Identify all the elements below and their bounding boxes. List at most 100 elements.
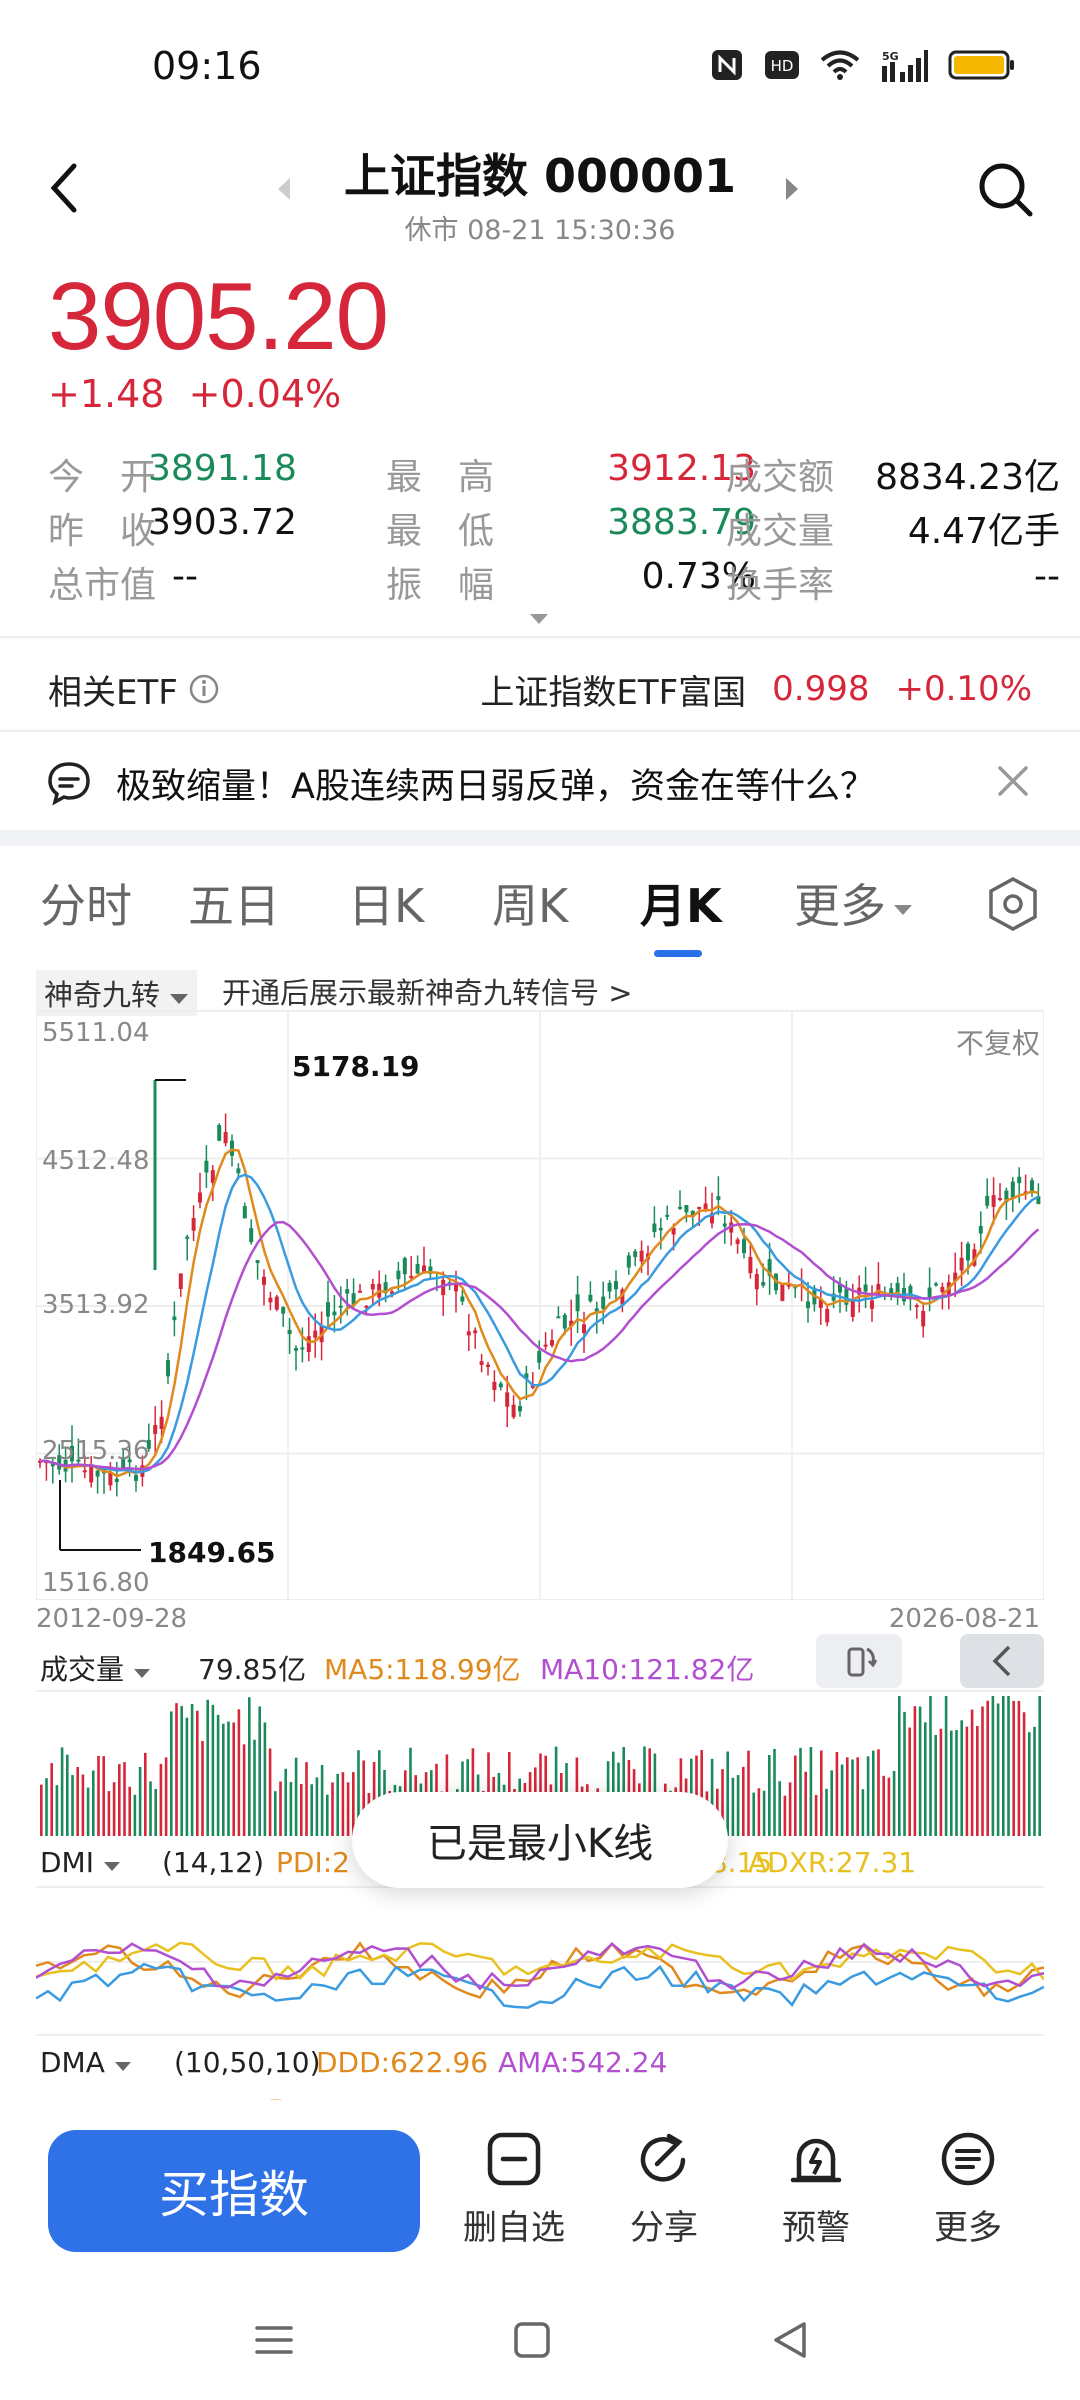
candle-body bbox=[863, 1284, 868, 1292]
volume-bar bbox=[996, 1703, 1000, 1836]
volume-bar bbox=[788, 1782, 792, 1836]
candle-body bbox=[255, 1260, 260, 1264]
next-stock-button[interactable] bbox=[784, 176, 800, 206]
candle-body bbox=[466, 1331, 471, 1336]
volume-bar bbox=[242, 1744, 246, 1836]
svg-text:5G: 5G bbox=[882, 50, 899, 63]
quote-value: 8834.23亿 bbox=[875, 457, 1060, 498]
info-icon[interactable] bbox=[188, 673, 220, 705]
candle-body bbox=[313, 1330, 318, 1338]
y-tick-label: 5511.04 bbox=[42, 1018, 150, 1048]
share-label: 分享 bbox=[630, 2208, 698, 2248]
close-icon[interactable] bbox=[996, 764, 1030, 798]
dmi-dropdown[interactable]: DMI bbox=[40, 1846, 121, 1879]
candle-body bbox=[556, 1316, 561, 1319]
system-nav-bar bbox=[0, 2280, 1080, 2400]
candle-body bbox=[575, 1294, 580, 1312]
candle-body bbox=[652, 1223, 657, 1232]
volume-bar bbox=[102, 1756, 105, 1836]
dma-dropdown[interactable]: DMA bbox=[40, 2046, 132, 2079]
volume-bar bbox=[300, 1783, 303, 1836]
volume-bar bbox=[882, 1775, 885, 1836]
candle-body bbox=[185, 1236, 190, 1239]
candle-body bbox=[588, 1294, 593, 1302]
volume-bar bbox=[154, 1788, 157, 1836]
candle-body bbox=[134, 1474, 138, 1481]
dropdown-caret-icon bbox=[103, 1862, 120, 1871]
tab-five-day[interactable]: 五日 bbox=[188, 870, 280, 936]
candle-body bbox=[287, 1329, 292, 1335]
alert-button[interactable]: 预警 bbox=[746, 2130, 886, 2249]
candle-body bbox=[89, 1465, 94, 1483]
dma-params: (10,50,10) bbox=[174, 2046, 321, 2079]
expand-chevron-icon[interactable] bbox=[528, 612, 550, 626]
candle-body bbox=[402, 1258, 407, 1275]
dropdown-caret-icon bbox=[170, 994, 189, 1004]
quote-value: 3891.18 bbox=[148, 448, 297, 489]
candle-body bbox=[607, 1282, 612, 1292]
signal-hint-link[interactable]: 开通后展示最新神奇九转信号 > bbox=[222, 970, 633, 1012]
volume-bar bbox=[934, 1735, 937, 1836]
dmi-label: DMI bbox=[40, 1846, 94, 1879]
collapse-panel-button[interactable] bbox=[960, 1634, 1044, 1688]
tab-intraday[interactable]: 分时 bbox=[40, 870, 132, 936]
adjust-mode-label[interactable]: 不复权 bbox=[956, 1022, 1040, 1062]
dmi-params: (14,12) bbox=[162, 1846, 265, 1879]
volume-bar bbox=[50, 1763, 53, 1836]
app-screen: { "status": {"time": "09:16"}, "header":… bbox=[0, 0, 1080, 2400]
volume-bar bbox=[877, 1749, 880, 1836]
tab-more[interactable]: 更多 bbox=[794, 870, 914, 936]
volume-bar bbox=[742, 1766, 745, 1836]
divider bbox=[0, 636, 1080, 638]
remove-watchlist-button[interactable]: 删自选 bbox=[444, 2130, 584, 2249]
candle-body bbox=[550, 1340, 554, 1346]
share-button[interactable]: 分享 bbox=[594, 2130, 734, 2249]
candle-body bbox=[198, 1192, 202, 1203]
candle-body bbox=[358, 1290, 362, 1293]
volume-ma10: MA10:121.82亿 bbox=[540, 1653, 755, 1686]
date-end: 2026-08-21 bbox=[888, 1604, 1040, 1634]
chat-bubble-icon bbox=[48, 762, 90, 806]
volume-bar bbox=[45, 1778, 48, 1836]
candle-body bbox=[191, 1218, 196, 1231]
candle-body bbox=[223, 1131, 228, 1144]
more-label: 更多 bbox=[934, 2208, 1002, 2248]
news-banner[interactable]: 极致缩量！A股连续两日弱反弹，资金在等什么？ bbox=[0, 735, 1080, 831]
buy-index-button[interactable]: 买指数 bbox=[48, 2130, 420, 2252]
dropdown-caret-icon bbox=[894, 904, 912, 915]
volume-bar bbox=[861, 1789, 865, 1836]
quote-label: 成交量 bbox=[726, 511, 835, 552]
search-button[interactable] bbox=[976, 160, 1036, 224]
settings-hexagon-icon[interactable] bbox=[986, 876, 1040, 932]
y-tick-label: 4512.48 bbox=[42, 1146, 150, 1176]
volume-bar bbox=[929, 1696, 932, 1836]
rotate-button[interactable] bbox=[816, 1634, 902, 1688]
volume-bar bbox=[346, 1782, 350, 1836]
more-button[interactable]: 更多 bbox=[898, 2130, 1038, 2249]
date-start: 2012-09-28 bbox=[36, 1604, 188, 1634]
candle-body bbox=[914, 1305, 919, 1308]
volume-bar bbox=[1007, 1696, 1010, 1836]
volume-bar bbox=[835, 1751, 839, 1836]
back-nav-icon[interactable] bbox=[770, 2318, 810, 2362]
tab-daily-k[interactable]: 日K bbox=[348, 870, 424, 936]
volume-dropdown[interactable]: 成交量 bbox=[40, 1648, 151, 1688]
volume-bar bbox=[814, 1795, 818, 1836]
kline-chart[interactable] bbox=[36, 1010, 1044, 1600]
menu-nav-icon[interactable] bbox=[254, 2320, 294, 2360]
change-value: +1.48 bbox=[48, 372, 165, 416]
volume-bar bbox=[92, 1770, 95, 1836]
y-tick-label: 2515.36 bbox=[42, 1436, 150, 1466]
home-nav-icon[interactable] bbox=[512, 2320, 552, 2360]
tab-monthly-k[interactable]: 月K bbox=[640, 870, 722, 936]
volume-bar bbox=[294, 1757, 298, 1836]
status-time: 09:16 bbox=[152, 44, 262, 88]
price-change: +1.48 +0.04% bbox=[48, 372, 341, 416]
candle-body bbox=[562, 1314, 567, 1329]
candle-body bbox=[665, 1214, 670, 1217]
candle-body bbox=[742, 1239, 746, 1254]
etf-quote[interactable]: 上证指数ETF富国 0.998 +0.10% bbox=[480, 656, 1032, 722]
quote-label: 昨 收 bbox=[48, 511, 157, 552]
candle-body bbox=[294, 1348, 298, 1351]
tab-weekly-k[interactable]: 周K bbox=[492, 870, 568, 936]
